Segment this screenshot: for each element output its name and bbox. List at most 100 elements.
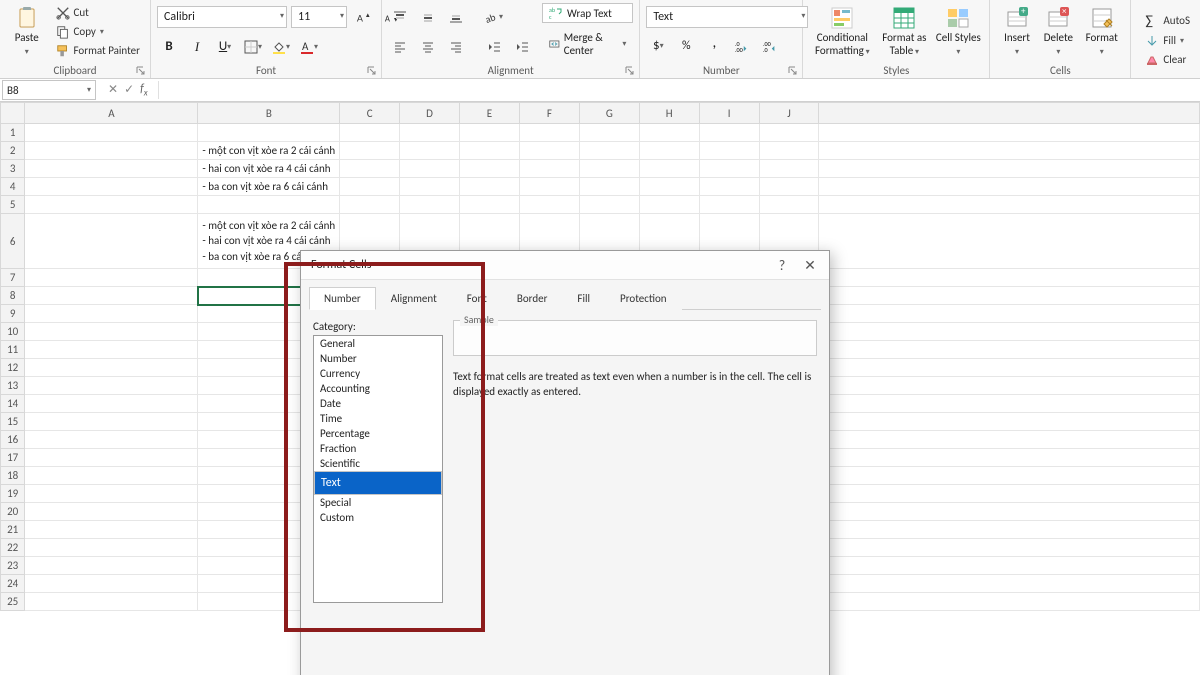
cell[interactable] <box>699 178 759 196</box>
cell[interactable] <box>519 142 579 160</box>
autosum-button[interactable]: ∑ AutoS <box>1141 11 1194 30</box>
category-item[interactable]: Text <box>314 471 442 495</box>
increase-indent-icon[interactable] <box>510 35 534 59</box>
category-item[interactable]: Accounting <box>314 381 442 396</box>
cell[interactable] <box>340 160 400 178</box>
cell[interactable] <box>460 142 520 160</box>
tab-font[interactable]: Font <box>452 287 502 310</box>
row-header[interactable]: 2 <box>1 142 25 160</box>
fx-icon[interactable]: fx <box>140 82 148 98</box>
cell-styles-button[interactable]: Cell Styles ▾ <box>933 2 983 61</box>
row-header[interactable]: 18 <box>1 467 25 485</box>
cell[interactable] <box>579 124 639 142</box>
dialog-launcher-icon[interactable] <box>788 66 798 76</box>
cell[interactable] <box>400 178 460 196</box>
merge-center-button[interactable]: Merge & Center ▾ <box>542 28 633 60</box>
row-header[interactable]: 9 <box>1 305 25 323</box>
row-header[interactable]: 22 <box>1 539 25 557</box>
font-color-button[interactable]: A▾ <box>297 35 321 59</box>
cell[interactable] <box>25 449 198 467</box>
row-header[interactable]: 16 <box>1 431 25 449</box>
cell[interactable] <box>400 160 460 178</box>
cell[interactable] <box>639 160 699 178</box>
category-item[interactable]: General <box>314 336 442 351</box>
col-header[interactable]: D <box>400 103 460 124</box>
dialog-launcher-icon[interactable] <box>136 66 146 76</box>
row-header[interactable]: 15 <box>1 413 25 431</box>
cell[interactable] <box>759 142 819 160</box>
increase-font-icon[interactable]: A▲ <box>351 5 375 29</box>
cell[interactable] <box>25 142 198 160</box>
increase-decimal-icon[interactable]: .0.00 <box>730 34 754 58</box>
cell[interactable] <box>25 305 198 323</box>
cell[interactable] <box>519 160 579 178</box>
cell[interactable] <box>25 575 198 593</box>
cell[interactable] <box>198 124 340 142</box>
delete-cells-button[interactable]: ×Delete▾ <box>1038 2 1079 61</box>
tab-protection[interactable]: Protection <box>605 287 682 310</box>
cell[interactable] <box>25 178 198 196</box>
conditional-formatting-button[interactable]: Conditional Formatting ▾ <box>809 2 875 61</box>
cell[interactable] <box>25 214 198 269</box>
tab-alignment[interactable]: Alignment <box>376 287 452 310</box>
cell[interactable] <box>759 160 819 178</box>
copy-button[interactable]: Copy ▾ <box>52 24 144 40</box>
name-box[interactable]: B8▾ <box>2 80 96 100</box>
fill-color-button[interactable]: ▾ <box>269 35 293 59</box>
align-middle-icon[interactable] <box>416 5 440 29</box>
col-header[interactable]: E <box>460 103 520 124</box>
row-header[interactable]: 13 <box>1 377 25 395</box>
cell[interactable] <box>460 160 520 178</box>
cell[interactable] <box>639 142 699 160</box>
cell[interactable] <box>198 196 340 214</box>
bold-button[interactable]: B <box>157 35 181 59</box>
cell[interactable]: - ba con vịt xòe ra 6 cái cánh <box>198 178 340 196</box>
row-header[interactable]: 21 <box>1 521 25 539</box>
decrease-decimal-icon[interactable]: .00.0 <box>758 34 782 58</box>
cell[interactable] <box>400 142 460 160</box>
formula-input[interactable] <box>158 81 1200 99</box>
category-item[interactable]: Number <box>314 351 442 366</box>
row-header[interactable]: 1 <box>1 124 25 142</box>
cell[interactable] <box>639 124 699 142</box>
row-header[interactable]: 10 <box>1 323 25 341</box>
insert-cells-button[interactable]: +Insert▾ <box>996 2 1037 61</box>
cell[interactable] <box>579 196 639 214</box>
cell[interactable] <box>25 467 198 485</box>
col-header[interactable]: J <box>759 103 819 124</box>
cell[interactable] <box>340 196 400 214</box>
cell[interactable] <box>759 178 819 196</box>
comma-format-icon[interactable]: , <box>702 34 726 58</box>
cell[interactable]: - hai con vịt xòe ra 4 cái cánh <box>198 160 340 178</box>
wrap-text-button[interactable]: abcWrap Text <box>542 3 633 23</box>
enter-formula-icon[interactable]: ✓ <box>124 82 134 97</box>
cell[interactable] <box>460 196 520 214</box>
category-item[interactable]: Percentage <box>314 426 442 441</box>
cell[interactable] <box>25 593 198 611</box>
cell[interactable] <box>25 413 198 431</box>
cell[interactable] <box>25 124 198 142</box>
cell[interactable] <box>25 521 198 539</box>
row-header[interactable]: 19 <box>1 485 25 503</box>
cell[interactable] <box>400 196 460 214</box>
category-item[interactable]: Date <box>314 396 442 411</box>
dialog-launcher-icon[interactable] <box>367 66 377 76</box>
format-cells-button[interactable]: Format▾ <box>1079 2 1124 61</box>
category-item[interactable]: Fraction <box>314 441 442 456</box>
row-header[interactable]: 6 <box>1 214 25 269</box>
cell[interactable] <box>25 160 198 178</box>
cell[interactable] <box>25 431 198 449</box>
italic-button[interactable]: I <box>185 35 209 59</box>
borders-button[interactable]: ▾ <box>241 35 265 59</box>
cell[interactable] <box>25 485 198 503</box>
cell[interactable] <box>340 124 400 142</box>
format-as-table-button[interactable]: Format as Table ▾ <box>875 2 933 61</box>
cell[interactable] <box>579 178 639 196</box>
close-icon[interactable]: ✕ <box>801 257 819 274</box>
cell[interactable] <box>400 124 460 142</box>
category-item[interactable]: Custom <box>314 510 442 525</box>
cell[interactable] <box>340 142 400 160</box>
row-header[interactable]: 24 <box>1 575 25 593</box>
cell[interactable] <box>460 178 520 196</box>
percent-format-icon[interactable]: % <box>674 34 698 58</box>
